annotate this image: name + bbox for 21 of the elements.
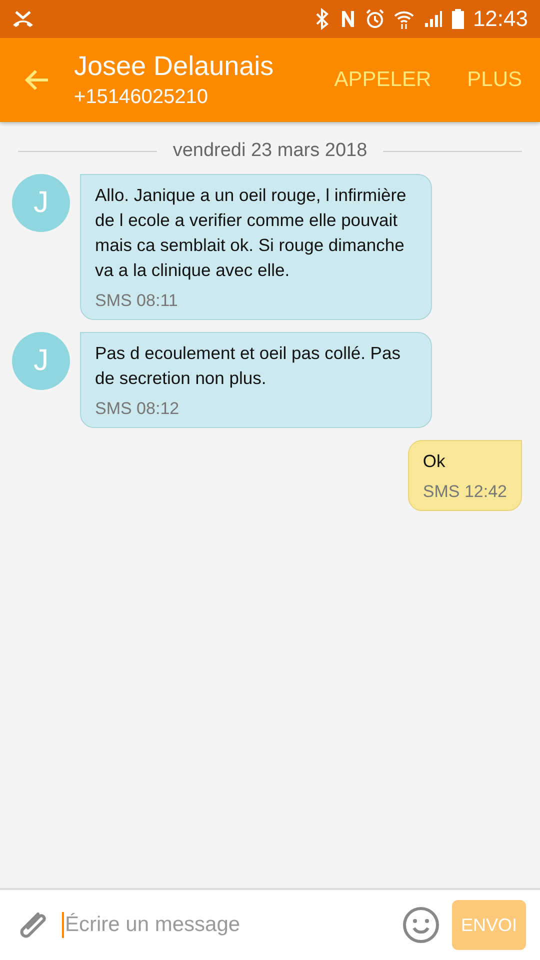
message-text: Pas d ecoulement et oeil pas collé. Pas de secretion non plus. <box>95 342 402 390</box>
message-input[interactable]: Écrire un message <box>62 912 390 938</box>
alarm-icon <box>364 9 385 29</box>
message-time: SMS 08:11 <box>95 291 179 311</box>
action-button[interactable]: APPELER <box>334 68 432 92</box>
message-text: Ok <box>422 450 446 473</box>
message-time: SMS 08:12 <box>95 399 180 419</box>
phone-number: +15146025210 <box>74 86 210 109</box>
avatar: J <box>12 174 70 232</box>
clock: 12:43 <box>472 6 528 32</box>
date-divider: vendredi 23 mars 2018 <box>172 140 368 162</box>
message-text: Allo. Janique a un oeil rouge, l infirmière de l ecole a verifier comme elle pouvait mais ca semblait ok. Si rouge dimanche va a la clinique avec elle. <box>95 184 408 282</box>
contact-name: Josee Delaunais <box>74 51 275 82</box>
missed-call-icon <box>12 10 34 28</box>
bluetooth-icon <box>314 8 329 30</box>
signal-icon <box>422 9 443 29</box>
action-button[interactable]: PLUS <box>467 68 522 92</box>
message-time: SMS 12:42 <box>422 482 507 502</box>
avatar: J <box>12 332 70 390</box>
battery-icon <box>450 8 465 30</box>
emoji-icon[interactable] <box>402 906 440 944</box>
